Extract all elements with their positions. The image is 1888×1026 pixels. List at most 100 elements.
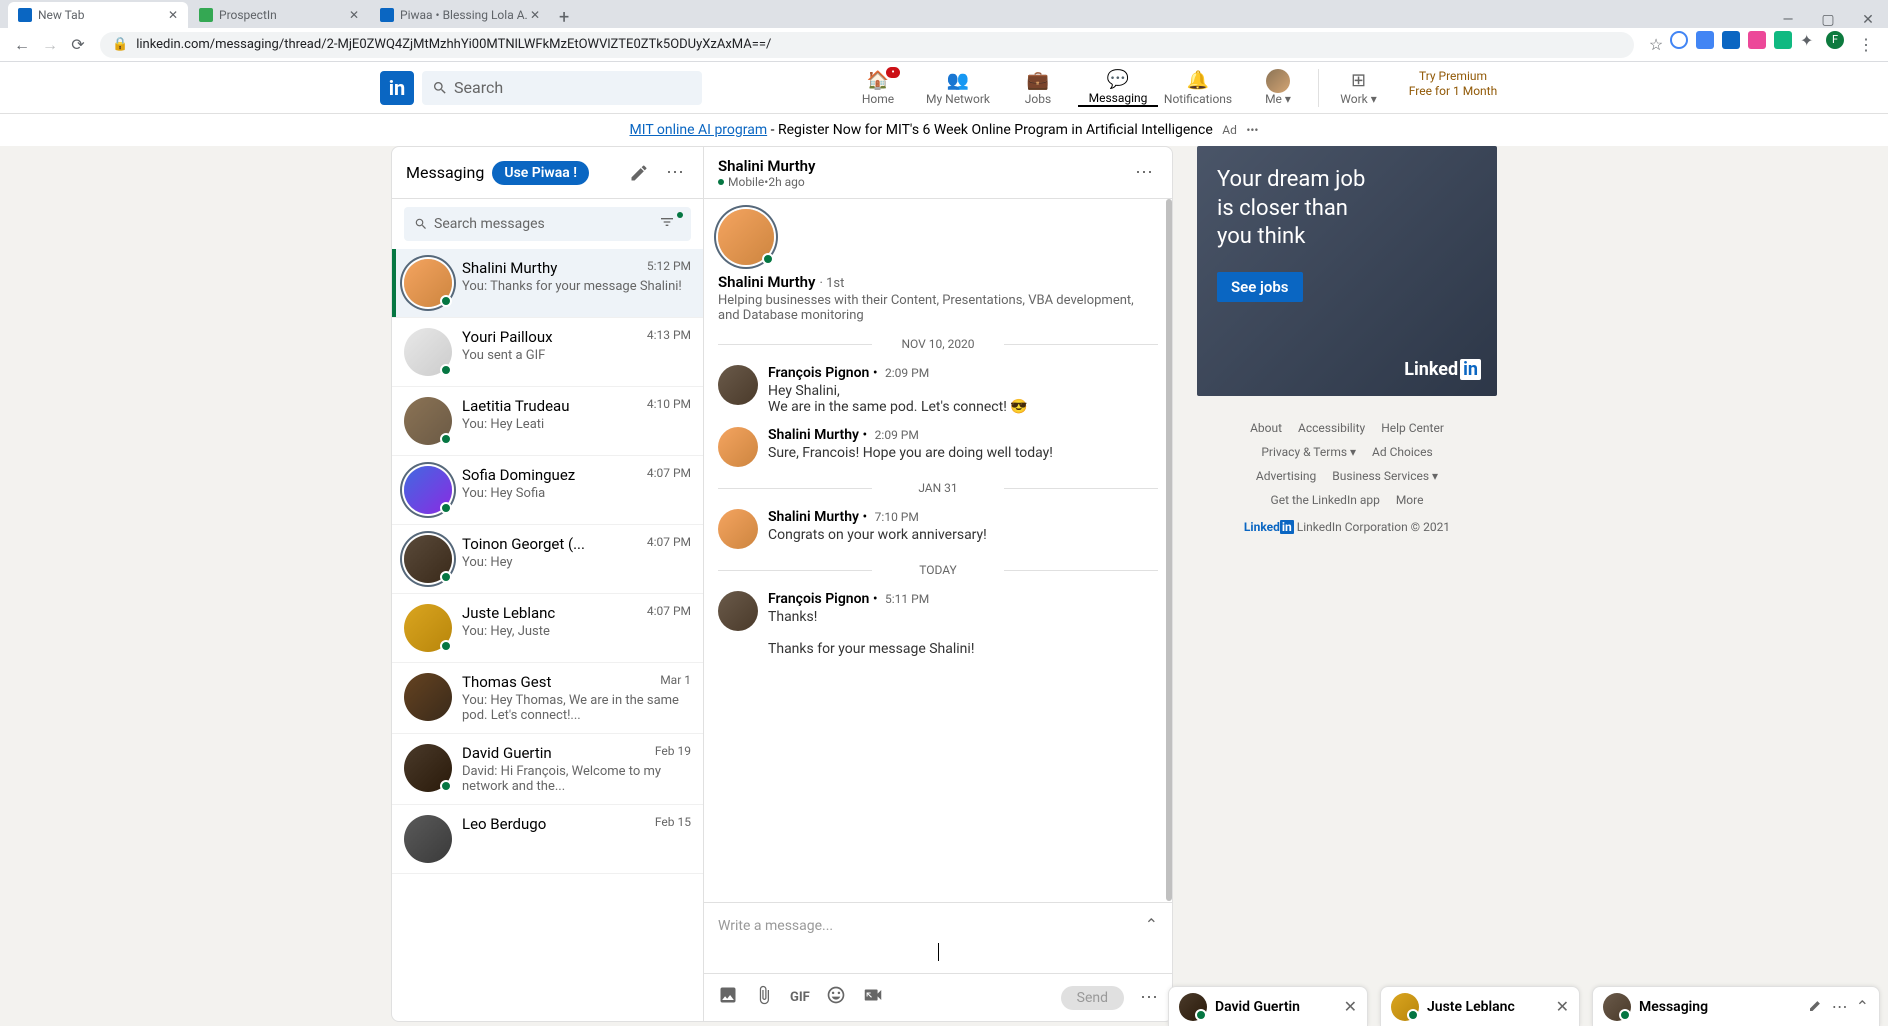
chat-tab[interactable]: David Guertin ✕ — [1168, 986, 1368, 1026]
nav-me[interactable]: Me ▾ — [1238, 69, 1318, 107]
window-controls: — ▢ ✕ — [1768, 12, 1888, 28]
conversation-item[interactable]: Shalini Murthy5:12 PM You: Thanks for yo… — [392, 249, 703, 318]
ad-link[interactable]: MIT online AI program — [630, 122, 768, 138]
see-jobs-button[interactable]: See jobs — [1217, 272, 1303, 302]
video-icon[interactable] — [862, 984, 884, 1011]
minimize-icon[interactable]: — — [1768, 12, 1808, 28]
footer-link[interactable]: Privacy & Terms — [1261, 445, 1356, 459]
message-sender[interactable]: François Pignon — [768, 591, 869, 607]
extension-icon[interactable] — [1696, 31, 1714, 49]
more-icon[interactable]: ⋯ — [661, 159, 689, 187]
extension-icon[interactable] — [1774, 31, 1792, 49]
sidebar-ad[interactable]: Your dream job is closer than you think … — [1197, 146, 1497, 396]
compose-icon[interactable] — [625, 159, 653, 187]
message-sender[interactable]: François Pignon — [768, 365, 869, 381]
footer-link[interactable]: More — [1396, 493, 1424, 507]
footer-link[interactable]: Accessibility — [1298, 421, 1365, 435]
extensions-menu-icon[interactable]: ✦ — [1800, 31, 1818, 49]
filter-icon[interactable] — [659, 214, 681, 234]
message-sender[interactable]: Shalini Murthy — [768, 509, 859, 525]
messaging-title: Messaging — [406, 163, 484, 182]
browser-tab[interactable]: New Tab✕ — [8, 2, 188, 28]
profile-summary[interactable]: Shalini Murthy· 1st Helping businesses w… — [718, 209, 1158, 323]
conversation-item[interactable]: Laetitia Trudeau4:10 PM You: Hey Leati — [392, 387, 703, 456]
messaging-overlay-tab[interactable]: Messaging ⋯ ⌃ — [1592, 986, 1880, 1026]
footer-link[interactable]: Get the LinkedIn app — [1271, 493, 1380, 507]
browser-menu-icon[interactable]: ⋮ — [1852, 31, 1880, 59]
conversation-item[interactable]: Youri Pailloux4:13 PM You sent a GIF — [392, 318, 703, 387]
back-button[interactable]: ← — [8, 31, 36, 59]
avatar — [1179, 993, 1207, 1021]
search-messages-input[interactable]: Search messages — [404, 207, 691, 241]
avatar[interactable] — [718, 365, 758, 405]
close-icon[interactable]: ✕ — [1556, 997, 1569, 1016]
forward-button[interactable]: → — [36, 31, 64, 59]
nav-work[interactable]: ⊞Work ▾ — [1318, 69, 1398, 107]
extension-icon[interactable] — [1748, 31, 1766, 49]
chat-tab[interactable]: Juste Leblanc ✕ — [1380, 986, 1580, 1026]
browser-tab[interactable]: Piwaa • Blessing Lola A.✕ — [370, 2, 550, 28]
conversation-item[interactable]: Sofia Dominguez4:07 PM You: Hey Sofia — [392, 456, 703, 525]
avatar[interactable] — [718, 509, 758, 549]
sponsored-banner[interactable]: MIT online AI program - Register Now for… — [0, 114, 1888, 146]
conversation-name: Youri Pailloux — [462, 328, 553, 346]
maximize-icon[interactable]: ▢ — [1808, 12, 1848, 28]
avatar[interactable] — [718, 427, 758, 467]
gif-button[interactable]: GIF — [790, 990, 810, 1005]
message: François Pignon • 2:09 PM Hey Shalini,We… — [718, 365, 1158, 415]
conversation-item[interactable]: Toinon Georget (...4:07 PM You: Hey — [392, 525, 703, 594]
conversation-time: 5:12 PM — [647, 259, 691, 277]
profile-avatar[interactable]: F — [1826, 31, 1844, 49]
conversation-item[interactable]: David GuertinFeb 19 David: Hi François, … — [392, 734, 703, 805]
extension-icon[interactable] — [1670, 31, 1688, 49]
emoji-icon[interactable] — [826, 985, 846, 1010]
footer-link[interactable]: Ad Choices — [1372, 445, 1433, 459]
footer-link[interactable]: Help Center — [1381, 421, 1444, 435]
premium-upsell[interactable]: Try Premium Free for 1 Month — [1398, 69, 1508, 107]
conversation-item[interactable]: Leo BerdugoFeb 15 — [392, 805, 703, 874]
search-icon — [432, 80, 448, 96]
conversation-item[interactable]: Thomas GestMar 1 You: Hey Thomas, We are… — [392, 663, 703, 734]
conversation-name: Juste Leblanc — [462, 604, 555, 622]
ad-menu-icon[interactable]: ••• — [1246, 123, 1258, 137]
message-sender[interactable]: Shalini Murthy — [768, 427, 859, 443]
more-icon[interactable]: ⋯ — [1140, 987, 1158, 1008]
use-piwaa-button[interactable]: Use Piwaa ! — [492, 161, 589, 185]
close-icon[interactable]: ✕ — [530, 8, 540, 22]
compose-input[interactable]: Write a message... ⌃ — [704, 903, 1172, 973]
avatar — [404, 535, 452, 583]
global-search-input[interactable]: Search — [422, 71, 702, 105]
conversation-item[interactable]: Juste Leblanc4:07 PM You: Hey, Juste — [392, 594, 703, 663]
close-icon[interactable]: ✕ — [168, 8, 178, 22]
conversation-time: 4:10 PM — [647, 397, 691, 415]
nav-jobs[interactable]: 💼Jobs — [998, 69, 1078, 107]
nav-notifications[interactable]: 🔔Notifications — [1158, 69, 1238, 107]
linkedin-logo[interactable]: in — [380, 71, 414, 105]
image-icon[interactable] — [718, 985, 738, 1010]
close-icon[interactable]: ✕ — [349, 8, 359, 22]
chevron-up-icon[interactable]: ⌃ — [1856, 997, 1869, 1017]
compose-icon[interactable] — [1808, 997, 1824, 1017]
close-window-icon[interactable]: ✕ — [1848, 12, 1888, 28]
footer-link[interactable]: Business Services — [1332, 469, 1438, 483]
footer-link[interactable]: About — [1250, 421, 1282, 435]
attachment-icon[interactable] — [754, 985, 774, 1010]
browser-tab[interactable]: ProspectIn✕ — [189, 2, 369, 28]
people-icon: 👥 — [947, 70, 969, 92]
star-icon[interactable]: ☆ — [1642, 31, 1670, 59]
reload-button[interactable]: ⟳ — [64, 31, 92, 59]
new-tab-button[interactable]: + — [551, 7, 577, 28]
nav-network[interactable]: 👥My Network — [918, 69, 998, 107]
extension-icon[interactable] — [1722, 31, 1740, 49]
avatar[interactable] — [718, 591, 758, 631]
thread-contact-name[interactable]: Shalini Murthy — [718, 157, 816, 175]
thread-more-icon[interactable]: ⋯ — [1130, 159, 1158, 187]
nav-messaging[interactable]: 💬Messaging — [1078, 69, 1158, 107]
more-icon[interactable]: ⋯ — [1832, 997, 1848, 1017]
close-icon[interactable]: ✕ — [1344, 997, 1357, 1016]
send-button[interactable]: Send — [1061, 986, 1124, 1010]
url-input[interactable]: 🔒linkedin.com/messaging/thread/2-MjE0ZWQ… — [100, 32, 1634, 58]
chevron-up-icon[interactable]: ⌃ — [1145, 915, 1158, 934]
nav-home[interactable]: 🏠Home• — [838, 69, 918, 107]
footer-link[interactable]: Advertising — [1256, 469, 1316, 483]
